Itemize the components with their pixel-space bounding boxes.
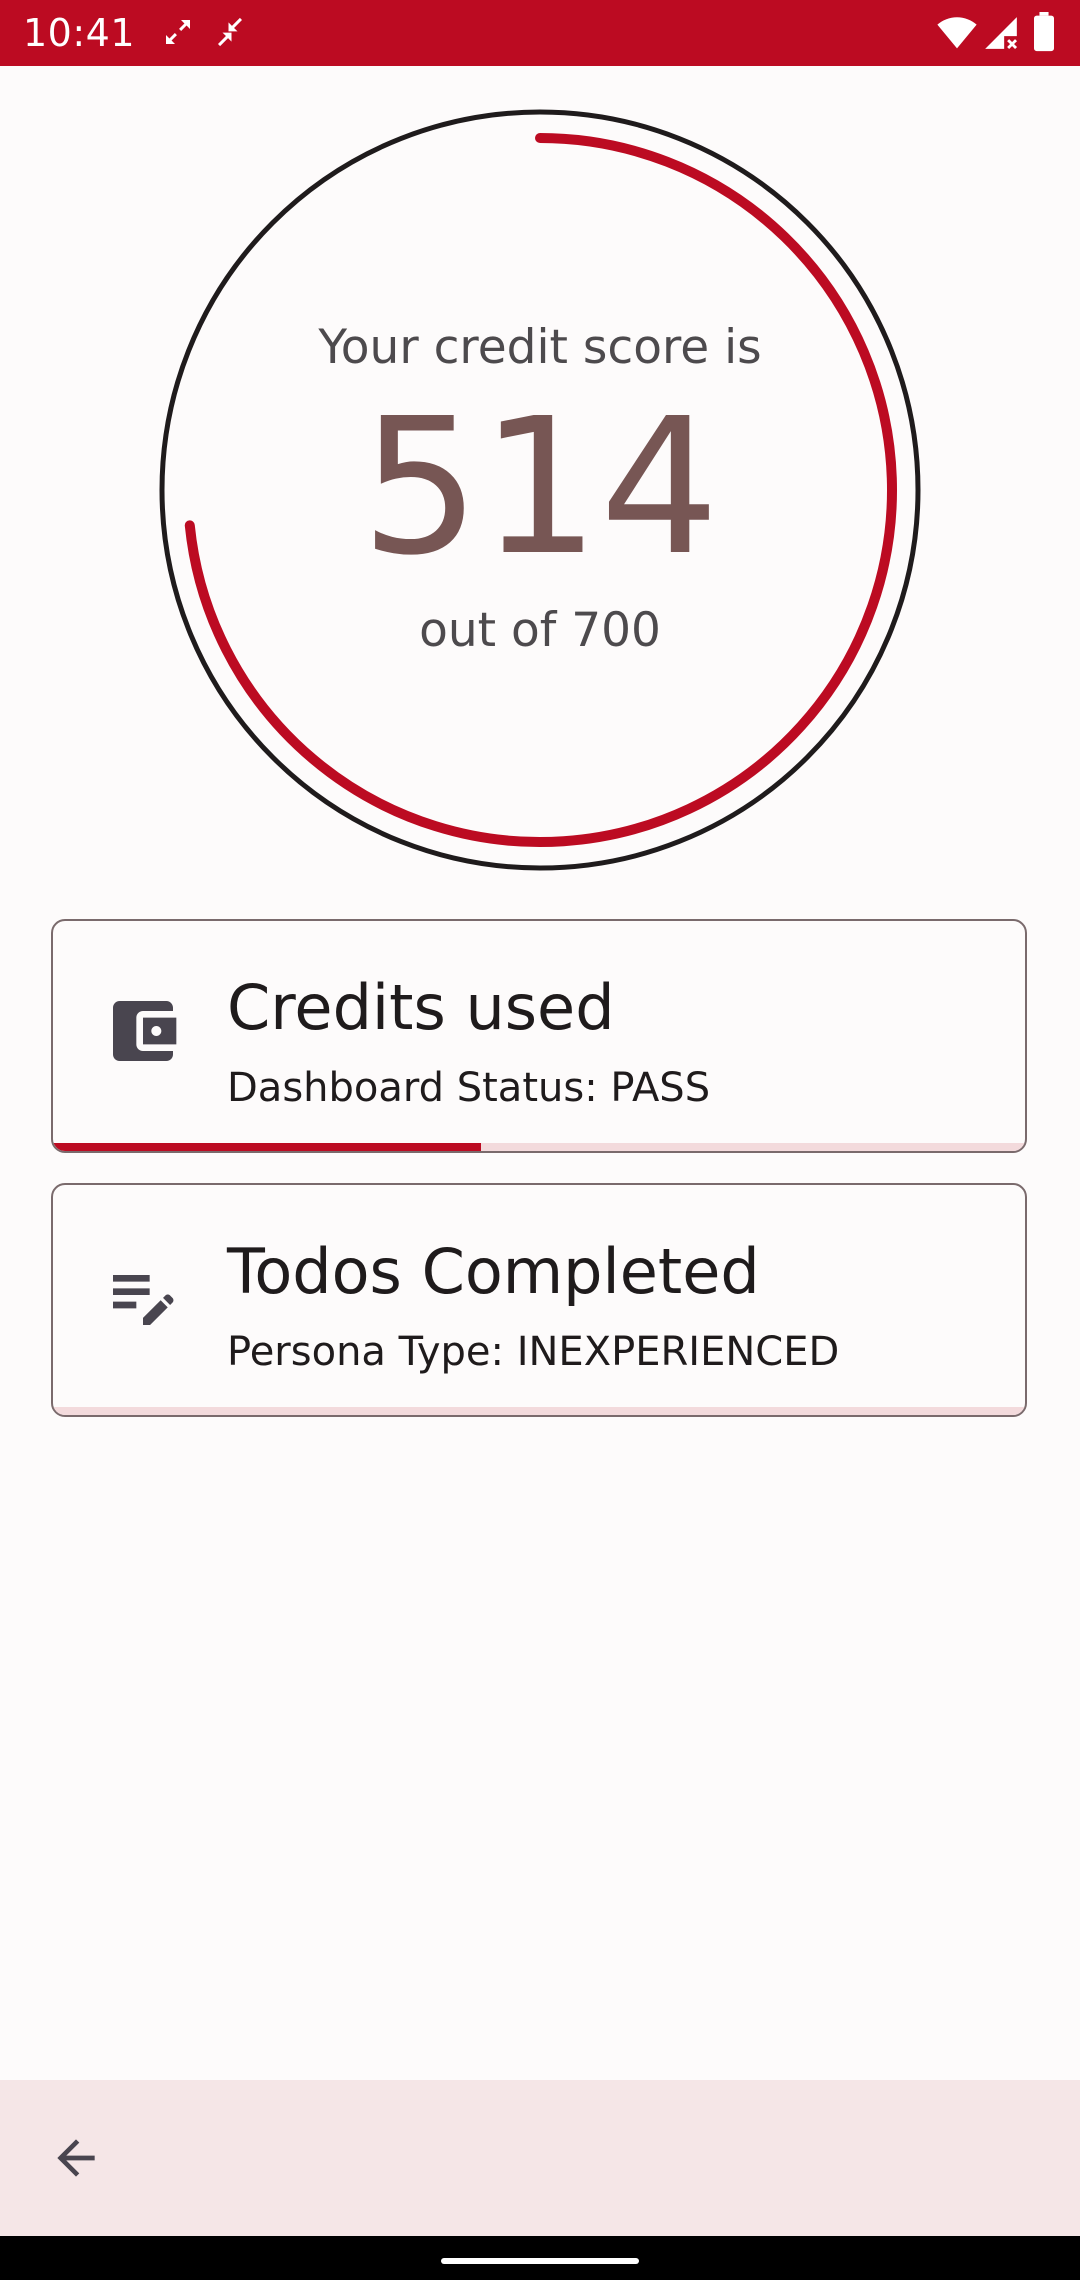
wifi-icon (937, 14, 977, 55)
battery-icon (1032, 12, 1056, 57)
card-title: Todos Completed (227, 1235, 760, 1308)
home-gesture-handle[interactable] (441, 2258, 639, 2264)
bottom-app-bar (0, 2080, 1080, 2236)
score-caption: Your credit score is (318, 320, 762, 375)
status-bar: 10:41 (0, 0, 1080, 66)
edit-list-icon (103, 1255, 183, 1335)
card-subtitle: Dashboard Status: PASS (227, 1065, 711, 1111)
credits-used-card[interactable]: Credits used Dashboard Status: PASS (51, 919, 1027, 1153)
card-title: Credits used (227, 971, 615, 1044)
system-nav-bar (0, 2236, 1080, 2280)
arrow-back-icon (48, 2130, 104, 2191)
expand-arrows-icon (160, 14, 196, 55)
card-progress-bar (53, 1407, 1025, 1415)
compress-arrows-icon (212, 14, 248, 55)
status-time: 10:41 (23, 11, 136, 55)
score-max: out of 700 (419, 603, 661, 658)
card-subtitle: Persona Type: INEXPERIENCED (227, 1329, 840, 1375)
card-progress-bar (53, 1143, 1025, 1151)
signal-icon (982, 14, 1020, 57)
credit-score-gauge: Your credit score is 514 out of 700 (158, 108, 922, 872)
card-progress-fill (53, 1143, 481, 1151)
back-button[interactable] (36, 2120, 116, 2200)
todos-completed-card[interactable]: Todos Completed Persona Type: INEXPERIEN… (51, 1183, 1027, 1417)
screen: 10:41 Your credit score is 514 out of 70… (0, 0, 1080, 2280)
wallet-icon (103, 991, 183, 1071)
score-value: 514 (360, 378, 720, 597)
